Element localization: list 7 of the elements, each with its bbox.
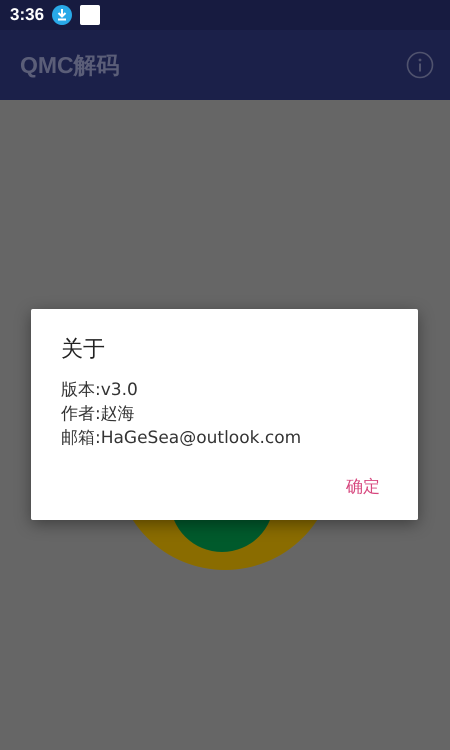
confirm-button[interactable]: 确定 bbox=[338, 470, 388, 504]
status-time: 3:36 bbox=[10, 4, 44, 26]
app-title: QMC解码 bbox=[20, 50, 120, 80]
dialog-title: 关于 bbox=[61, 336, 106, 364]
info-line: 邮箱:HaGeSea@outlook.com bbox=[61, 427, 302, 450]
info-line: 作者:赵海 bbox=[61, 403, 136, 426]
info-line: 版本:v3.0 bbox=[61, 379, 139, 402]
